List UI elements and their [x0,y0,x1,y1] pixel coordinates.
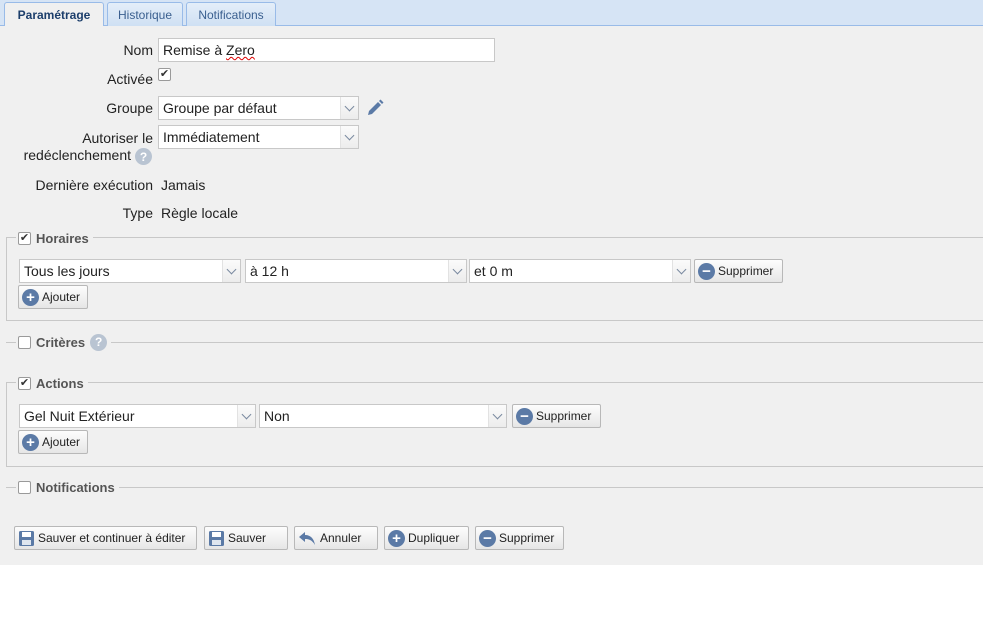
type-value: Règle locale [161,205,239,221]
form-panel: Nom Remise à Zero Activée ✔ Groupe Group… [0,26,983,565]
horaires-heure-select[interactable]: à 12 h [245,259,467,283]
redeclenchement-label-line2: redéclenchement [23,147,131,163]
derniere-execution-value: Jamais [161,177,206,193]
nom-value-misspelled: Zero [226,42,255,58]
tab-historique[interactable]: Historique [107,2,183,26]
chevron-down-icon[interactable] [488,405,506,427]
horaires-add-button[interactable]: + Ajouter [18,285,88,309]
chevron-down-icon[interactable] [222,260,240,282]
criteres-legend-text: Critères [36,334,86,350]
floppy-icon [18,530,35,547]
type-label: Type [122,205,153,221]
actions-add-button[interactable]: + Ajouter [18,430,88,454]
delete-label: Supprimer [499,531,555,545]
notifications-legend: Notifications [16,478,119,496]
redeclenchement-value: Immédiatement [163,129,260,145]
criteres-legend: Critères ? [16,332,112,352]
redeclenchement-label-line1: Autoriser le [82,130,153,146]
chevron-down-icon[interactable] [448,260,466,282]
horaires-heure-value: à 12 h [250,263,289,279]
duplicate-button[interactable]: + Dupliquer [384,526,469,550]
save-label: Sauver [228,531,267,545]
horaires-jour-value: Tous les jours [24,263,110,279]
save-button[interactable]: Sauver [204,526,288,550]
nom-input[interactable]: Remise à Zero [158,38,495,62]
minus-circle-icon: − [479,529,496,547]
delete-button[interactable]: − Supprimer [475,526,564,550]
cancel-button[interactable]: Annuler [294,526,378,550]
criteres-divider [6,342,983,343]
actions-value-select[interactable]: Non [259,404,507,428]
actions-checkbox[interactable]: ✔ [18,376,31,390]
notifications-legend-text: Notifications [36,479,115,495]
actions-add-label: Ajouter [42,435,81,449]
horaires-remove-label: Supprimer [718,264,774,278]
nom-value: Remise à [163,42,227,58]
floppy-icon [208,530,225,547]
notifications-checkbox[interactable] [18,480,31,494]
minus-circle-icon: − [698,262,715,280]
nom-label: Nom [123,42,153,58]
plus-circle-icon: + [22,433,39,451]
duplicate-label: Dupliquer [408,531,460,545]
actions-remove-label: Supprimer [536,409,592,423]
horaires-checkbox[interactable]: ✔ [18,231,31,245]
pencil-icon[interactable] [365,98,385,121]
horaires-jour-select[interactable]: Tous les jours [19,259,241,283]
tab-notifications[interactable]: Notifications [186,2,276,26]
tab-parametrage[interactable]: Paramétrage [4,2,104,27]
chevron-down-icon[interactable] [672,260,690,282]
plus-circle-icon: + [22,288,39,306]
horaires-minute-select[interactable]: et 0 m [469,259,691,283]
activee-checkbox[interactable]: ✔ [158,68,171,81]
derniere-execution-label: Dernière exécution [35,177,153,193]
help-icon[interactable]: ? [90,333,108,351]
groupe-select[interactable]: Groupe par défaut [158,96,359,120]
chevron-down-icon[interactable] [237,405,255,427]
horaires-legend-text: Horaires [36,230,89,246]
actions-remove-button[interactable]: − Supprimer [512,404,601,428]
save-continue-button[interactable]: Sauver et continuer à éditer [14,526,197,550]
undo-icon [298,530,317,547]
criteres-checkbox[interactable] [18,335,31,349]
activee-label: Activée [107,71,153,87]
horaires-add-label: Ajouter [42,290,81,304]
actions-legend: ✔ Actions [16,374,88,392]
redeclenchement-select[interactable]: Immédiatement [158,125,359,149]
groupe-label: Groupe [106,100,153,116]
chevron-down-icon[interactable] [340,126,358,148]
tab-bar: Paramétrage Historique Notifications [0,0,983,27]
horaires-minute-value: et 0 m [474,263,513,279]
groupe-value: Groupe par défaut [163,100,277,116]
chevron-down-icon[interactable] [340,97,358,119]
actions-action-select[interactable]: Gel Nuit Extérieur [19,404,256,428]
actions-value-text: Non [264,408,290,424]
horaires-remove-button[interactable]: − Supprimer [694,259,783,283]
horaires-legend: ✔ Horaires [16,229,93,247]
save-continue-label: Sauver et continuer à éditer [38,531,186,545]
minus-circle-icon: − [516,407,533,425]
plus-circle-icon: + [388,529,405,547]
notifications-divider [6,487,983,488]
cancel-label: Annuler [320,531,362,545]
actions-action-value: Gel Nuit Extérieur [24,408,135,424]
actions-legend-text: Actions [36,375,84,391]
help-icon[interactable]: ? [135,148,152,165]
